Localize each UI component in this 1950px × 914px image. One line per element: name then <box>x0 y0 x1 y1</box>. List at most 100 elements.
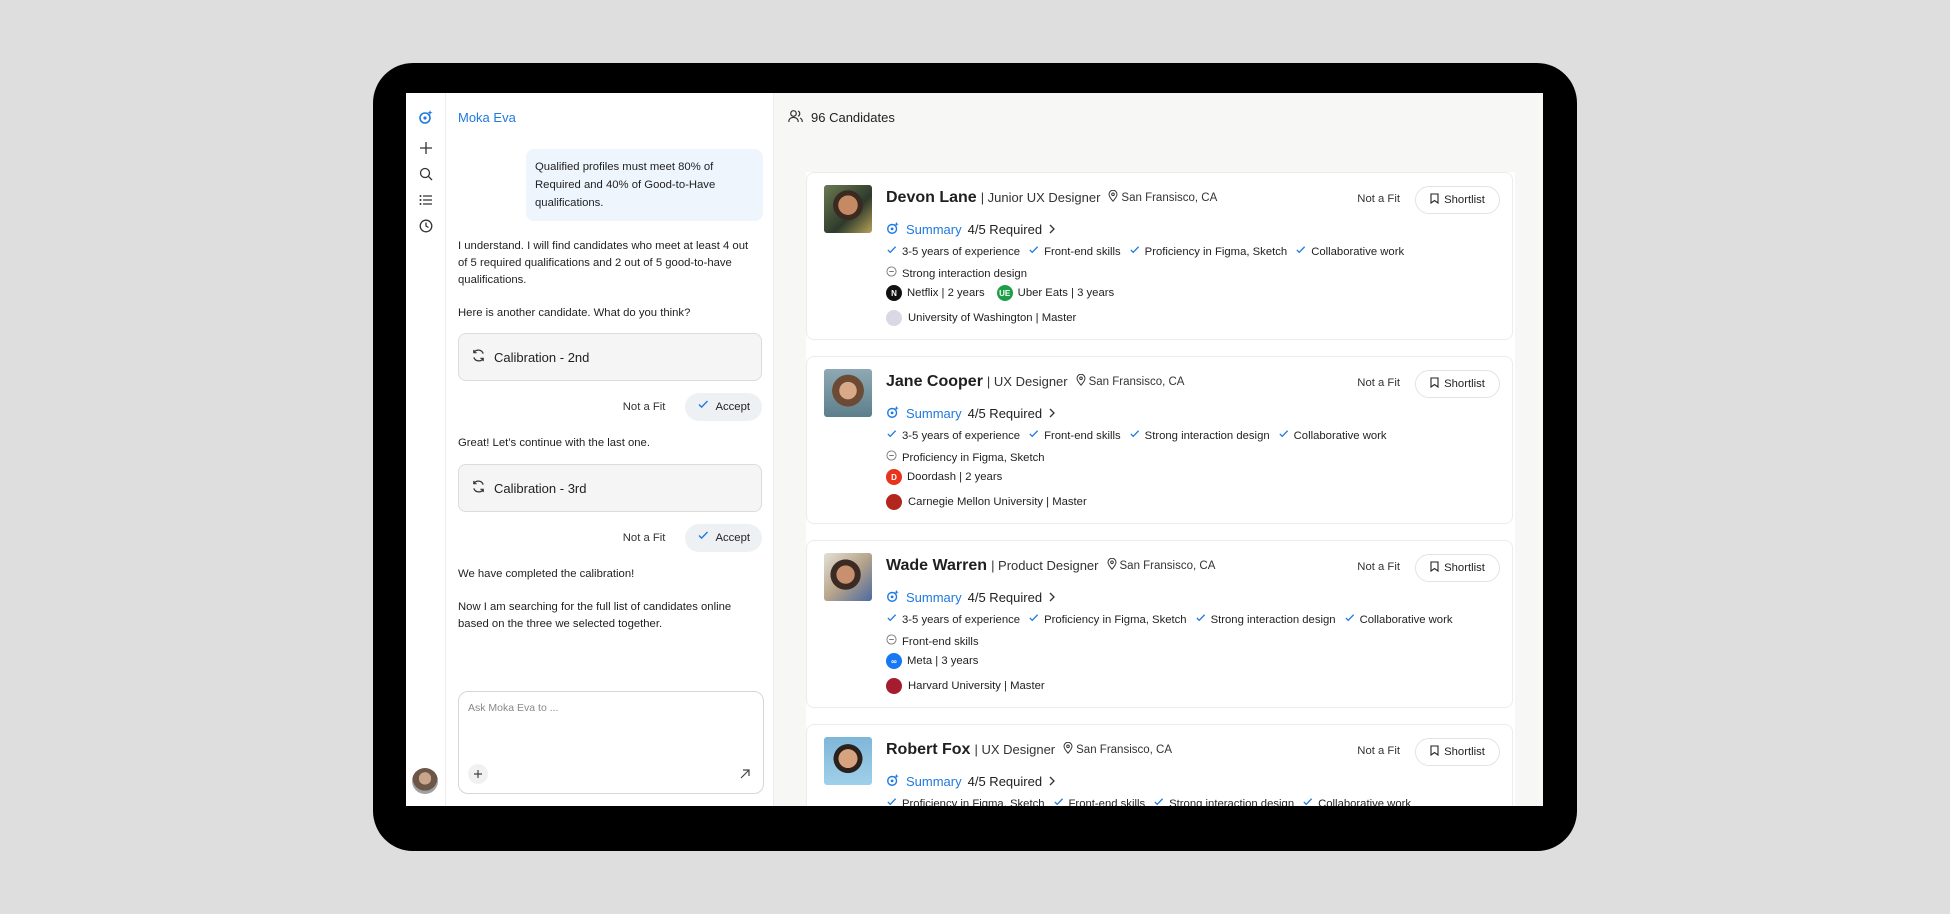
candidate-card[interactable]: Wade Warren | Product Designer San Fransis… <box>806 540 1513 708</box>
qualification-text: Front-end skills <box>1068 798 1146 806</box>
summary-row[interactable]: Summary 4/5 Required <box>886 773 1056 790</box>
candidate-name[interactable]: Wade Warren <box>886 557 987 575</box>
candidate-card[interactable]: Robert Fox | UX Designer San Fransisco, CA… <box>806 724 1513 806</box>
people-icon <box>788 109 803 126</box>
check-icon <box>1053 795 1064 806</box>
qualification-text: Strong interaction design <box>1144 430 1270 442</box>
qualification-text: 3-5 years of experience <box>902 614 1021 626</box>
not-a-fit-button[interactable]: Not a Fit <box>1357 193 1400 205</box>
education-text: University of Washington | Master <box>908 312 1077 324</box>
chevron-right-icon[interactable] <box>1048 406 1056 421</box>
calibration-card-2nd[interactable]: Calibration - 2nd <box>458 333 762 381</box>
candidate-name[interactable]: Jane Cooper <box>886 373 983 391</box>
candidate-heading: Robert Fox | UX Designer San Fransisco, CA <box>886 741 1172 759</box>
accept-label: Accept <box>715 400 750 413</box>
qualification-text: Proficiency in Figma, Sketch <box>1044 614 1187 626</box>
candidate-name[interactable]: Devon Lane <box>886 189 977 207</box>
search-icon[interactable] <box>416 164 436 184</box>
qualification-text: Strong interaction design <box>1169 798 1295 806</box>
location-text: San Fransisco, CA <box>1121 191 1218 204</box>
candidate-heading: Jane Cooper | UX Designer San Fransisco, C… <box>886 373 1184 391</box>
candidate-card[interactable]: Jane Cooper | UX Designer San Fransisco, C… <box>806 356 1513 524</box>
calibration-label: Calibration - 2nd <box>494 349 590 365</box>
qualification-item: 3-5 years of experience <box>886 427 1020 445</box>
shortlist-button[interactable]: Shortlist <box>1415 738 1500 766</box>
summary-row[interactable]: Summary 4/5 Required <box>886 589 1056 606</box>
not-a-fit-button[interactable]: Not a Fit <box>1357 561 1400 573</box>
school-seal-icon <box>886 494 902 510</box>
summary-link[interactable]: Summary <box>906 590 962 605</box>
candidate-photo <box>824 185 872 233</box>
candidate-location: San Fransisco, CA <box>1108 189 1218 205</box>
not-a-fit-button[interactable]: Not a Fit <box>611 393 678 421</box>
experience-row: ∞ Meta | 3 years <box>886 653 978 669</box>
send-arrow-icon[interactable] <box>737 766 753 782</box>
qualification-text: 3-5 years of experience <box>902 430 1021 442</box>
accept-label: Accept <box>715 531 750 544</box>
qualification-list: 3-5 years of experience Front-end skills P… <box>886 243 1486 283</box>
company-logo-icon: UE <box>996 285 1013 301</box>
required-score: 4/5 Required <box>967 406 1043 421</box>
experience-row: N Netflix | 2 years UE Uber Eats | 3 years <box>886 285 1114 301</box>
candidate-name[interactable]: Robert Fox <box>886 741 970 759</box>
shortlist-button[interactable]: Shortlist <box>1415 370 1500 398</box>
check-icon <box>1153 795 1164 806</box>
new-chat-icon[interactable] <box>416 138 436 158</box>
calibration-label: Calibration - 3rd <box>494 480 587 496</box>
location-pin-icon <box>1063 741 1073 757</box>
qualification-text: Proficiency in Figma, Sketch <box>902 798 1045 806</box>
qualification-text: Strong interaction design <box>1210 614 1336 626</box>
location-text: San Fransisco, CA <box>1076 743 1173 756</box>
shortlist-label: Shortlist <box>1444 562 1485 574</box>
summary-link[interactable]: Summary <box>906 406 962 421</box>
accept-button[interactable]: Accept <box>685 393 762 421</box>
assistant-message: Here is another candidate. What do you t… <box>458 307 691 319</box>
history-icon[interactable] <box>416 216 436 236</box>
qualification-item: Proficiency in Figma, Sketch <box>886 449 1045 467</box>
shortlist-label: Shortlist <box>1444 194 1485 206</box>
qualification-item: Proficiency in Figma, Sketch <box>1129 243 1287 261</box>
shortlist-button[interactable]: Shortlist <box>1415 186 1500 214</box>
accept-button[interactable]: Accept <box>685 524 762 552</box>
check-icon <box>1195 611 1206 629</box>
check-icon <box>1295 243 1306 261</box>
user-avatar[interactable] <box>412 768 438 794</box>
minus-circle-icon <box>886 265 897 283</box>
not-a-fit-button[interactable]: Not a Fit <box>1357 377 1400 389</box>
eva-logo-icon[interactable] <box>416 107 436 127</box>
shortlist-button[interactable]: Shortlist <box>1415 554 1500 582</box>
chevron-right-icon[interactable] <box>1048 774 1056 789</box>
not-a-fit-button[interactable]: Not a Fit <box>1357 745 1400 757</box>
check-icon <box>1129 243 1140 261</box>
chat-input[interactable] <box>468 702 748 714</box>
qualification-text: Collaborative work <box>1311 246 1405 258</box>
summary-link[interactable]: Summary <box>906 774 962 789</box>
app-screen: Moka Eva Qualified profiles must meet 80… <box>406 93 1543 806</box>
summary-link[interactable]: Summary <box>906 222 962 237</box>
education-row: Carnegie Mellon University | Master <box>886 494 1087 510</box>
chevron-right-icon[interactable] <box>1048 222 1056 237</box>
qualification-text: 3-5 years of experience <box>902 246 1021 258</box>
qualification-text: Collaborative work <box>1359 614 1453 626</box>
chevron-right-icon[interactable] <box>1048 590 1056 605</box>
qualification-text: Front-end skills <box>902 636 979 648</box>
candidate-card[interactable]: Devon Lane | Junior UX Designer San Fransi… <box>806 172 1513 340</box>
summary-row[interactable]: Summary 4/5 Required <box>886 221 1056 238</box>
experience-text: Meta | 3 years <box>907 655 979 667</box>
calibration-card-3rd[interactable]: Calibration - 3rd <box>458 464 762 512</box>
qualification-item: Collaborative work <box>1278 427 1387 445</box>
refresh-icon <box>471 348 486 367</box>
qualification-item: Front-end skills <box>1028 243 1121 261</box>
eva-summary-icon <box>886 405 900 422</box>
candidate-location: San Fransisco, CA <box>1106 557 1215 573</box>
summary-row[interactable]: Summary 4/5 Required <box>886 405 1056 422</box>
shortlist-label: Shortlist <box>1444 746 1485 758</box>
bookmark-icon <box>1430 561 1439 575</box>
experience-item: UE Uber Eats | 3 years <box>996 285 1114 301</box>
list-icon[interactable] <box>416 190 436 210</box>
attach-plus-icon[interactable] <box>468 764 488 784</box>
not-a-fit-button[interactable]: Not a Fit <box>611 524 678 552</box>
chat-composer <box>458 691 764 794</box>
check-icon <box>1028 427 1039 445</box>
required-score: 4/5 Required <box>967 590 1043 605</box>
